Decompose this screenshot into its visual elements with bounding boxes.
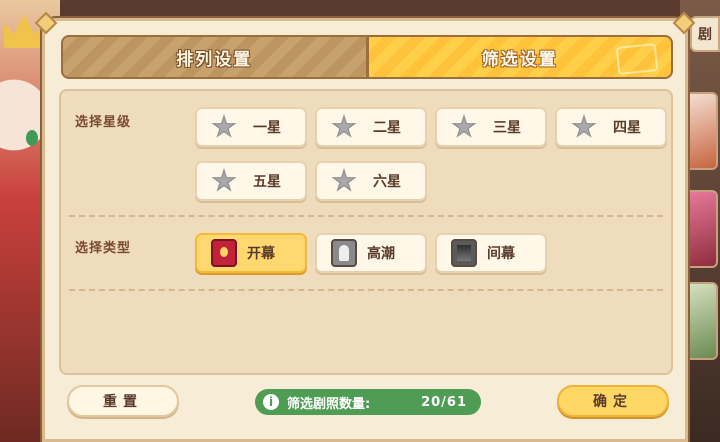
star-icon xyxy=(571,114,597,138)
side-card-thumbnail[interactable] xyxy=(684,92,718,170)
section-divider xyxy=(69,289,663,291)
tab-decoration-icon xyxy=(615,42,659,76)
type-option-climax[interactable]: 高潮 xyxy=(315,233,427,273)
character-eye-graphic xyxy=(26,130,38,146)
star-section-label: 选择星级 xyxy=(75,115,132,130)
curtain-open-icon xyxy=(211,239,237,267)
star-option-label: 一星 xyxy=(253,120,281,136)
filter-count-value: 20/61 xyxy=(421,394,467,410)
filter-count-badge: i 筛选剧照数量: 20/61 xyxy=(255,389,481,415)
character-face-graphic xyxy=(0,60,46,170)
climax-icon xyxy=(331,239,357,267)
star-option-5[interactable]: 五星 xyxy=(195,161,307,201)
star-option-label: 三星 xyxy=(493,120,521,136)
panel-tabs: 排列设置 筛选设置 xyxy=(61,35,673,79)
confirm-button[interactable]: 确定 xyxy=(557,385,669,417)
star-option-label: 六星 xyxy=(373,174,401,190)
type-section-label: 选择类型 xyxy=(75,241,132,256)
star-icon xyxy=(331,168,357,192)
side-card-thumbnail[interactable] xyxy=(684,282,718,360)
type-option-interlude[interactable]: 间幕 xyxy=(435,233,547,273)
type-option-label: 开幕 xyxy=(247,246,275,262)
star-option-2[interactable]: 二星 xyxy=(315,107,427,147)
star-option-label: 四星 xyxy=(613,120,641,136)
star-option-label: 五星 xyxy=(253,174,281,190)
type-option-label: 高潮 xyxy=(367,246,395,262)
star-option-label: 二星 xyxy=(373,120,401,136)
star-icon xyxy=(331,114,357,138)
info-icon: i xyxy=(263,394,279,410)
section-divider xyxy=(69,215,663,217)
star-option-6[interactable]: 六星 xyxy=(315,161,427,201)
tab-filter-settings[interactable]: 筛选设置 xyxy=(368,37,671,77)
star-option-3[interactable]: 三星 xyxy=(435,107,547,147)
star-option-4[interactable]: 四星 xyxy=(555,107,667,147)
star-icon xyxy=(451,114,477,138)
star-icon xyxy=(211,168,237,192)
reset-button[interactable]: 重置 xyxy=(67,385,179,417)
tab-sort-settings[interactable]: 排列设置 xyxy=(63,37,366,77)
star-icon xyxy=(211,114,237,138)
side-card-thumbnail[interactable] xyxy=(684,190,718,268)
type-option-opening[interactable]: 开幕 xyxy=(195,233,307,273)
star-option-1[interactable]: 一星 xyxy=(195,107,307,147)
filter-content: 选择星级 一星 二星 三星 四星 五星 六星 选择类型 开幕 高潮 间幕 xyxy=(59,89,673,375)
curtain-mid-icon xyxy=(451,239,477,267)
type-option-label: 间幕 xyxy=(487,246,515,262)
tab-filter-label: 筛选设置 xyxy=(481,49,558,70)
filter-count-label: 筛选剧照数量: xyxy=(287,396,371,412)
tab-sort-label: 排列设置 xyxy=(176,49,253,70)
filter-panel: 排列设置 筛选设置 选择星级 一星 二星 三星 四星 五星 六星 选择类型 开幕… xyxy=(42,18,688,442)
